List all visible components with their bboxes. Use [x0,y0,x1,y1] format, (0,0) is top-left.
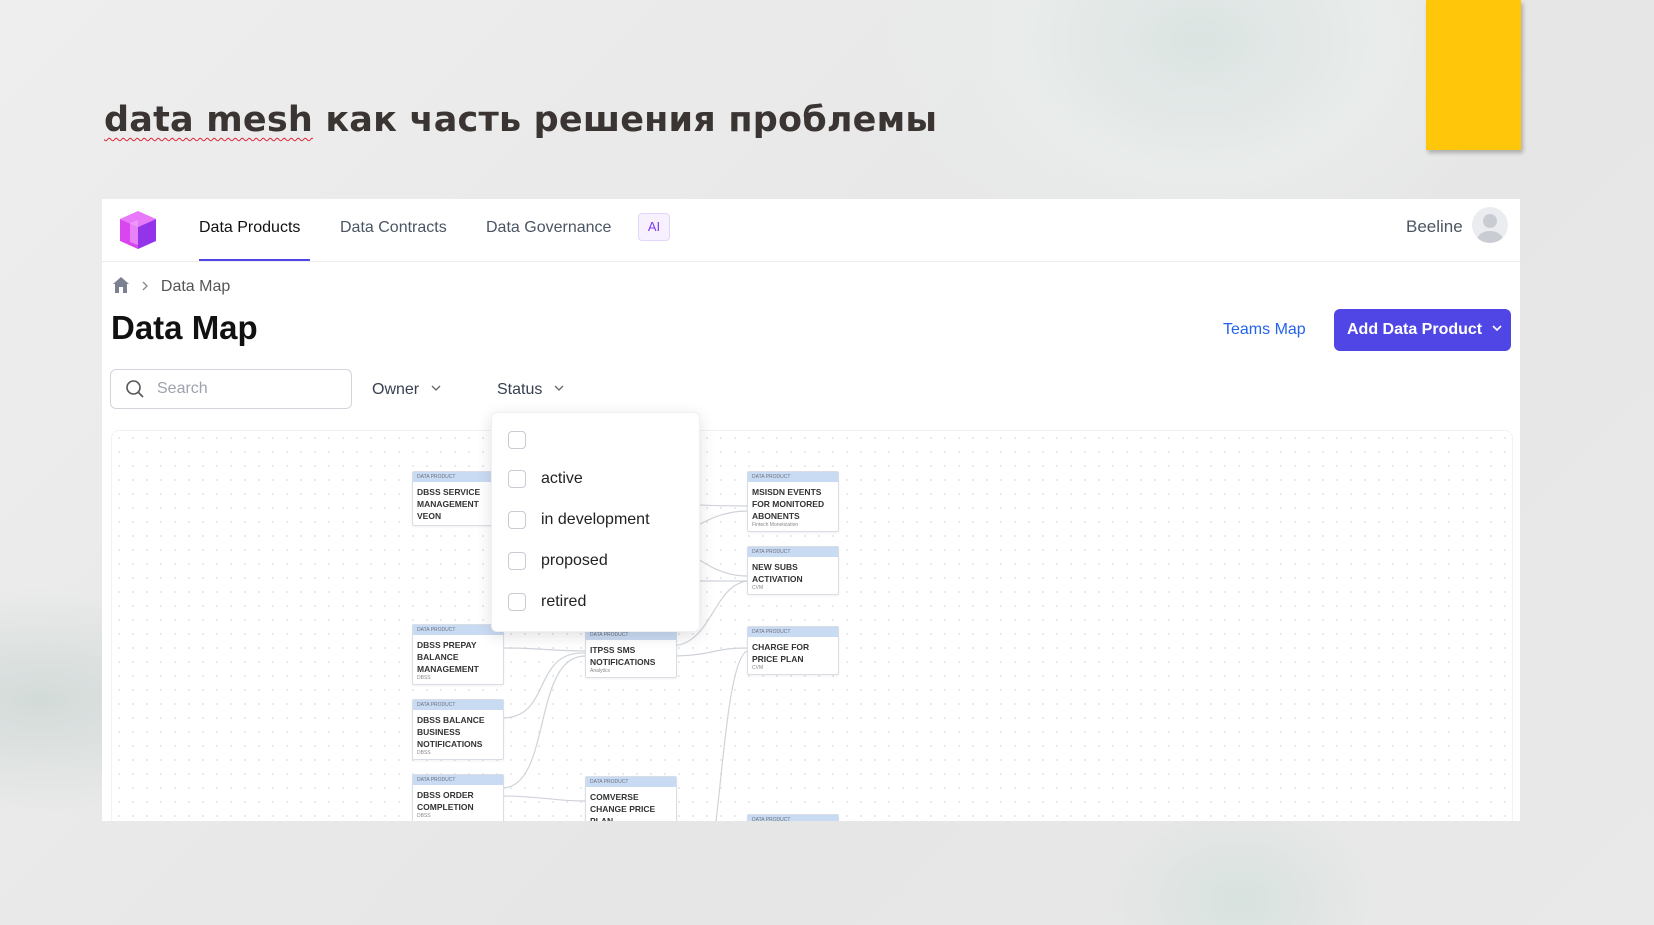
node-owner: CVM [752,585,764,591]
status-option-label: retired [541,593,587,610]
app-window: Data Products Data Contracts Data Govern… [102,199,1520,821]
slide-title: data mesh как часть решения проблемы [104,100,937,140]
node-owner: DBSS [417,750,431,756]
status-dropdown-menu: active in development proposed retired [491,412,700,632]
top-navigation-bar: Data Products Data Contracts Data Govern… [102,199,1520,262]
ai-badge[interactable]: AI [638,213,670,241]
node-title: MSISDN EVENTS FOR MONITORED ABONENTS [752,487,825,521]
node-owner: Analytics [590,668,611,674]
status-option-label: proposed [541,552,608,569]
status-checkbox[interactable] [508,552,526,570]
teams-map-link[interactable]: Teams Map [1223,321,1306,339]
add-data-product-button[interactable]: Add Data Product [1334,309,1511,351]
page-title: Data Map [111,309,258,346]
node-kind: DATA PRODUCT [413,775,503,785]
user-icon [1477,214,1503,243]
map-node[interactable]: DATA PRODUCT MSISDN EVENTS FOR MONITORED… [747,471,839,532]
user-avatar[interactable] [1472,207,1508,243]
status-option-label: in development [541,511,650,528]
node-title: ITPSS SMS NOTIFICATIONS [590,645,656,667]
active-tab-indicator [199,259,310,261]
nav-tab-data-governance[interactable]: Data Governance [486,219,611,237]
node-kind: DATA PRODUCT [748,627,838,637]
data-map-canvas[interactable]: DATA PRODUCT DBSS SERVICE MANAGEMENT VEO… [111,430,1513,821]
search-placeholder: Search [157,380,208,397]
owner-filter[interactable]: Owner [372,381,442,399]
search-input[interactable]: Search [110,369,352,409]
node-kind: DATA PRODUCT [586,777,676,787]
app-logo-icon[interactable] [114,207,160,253]
owner-filter-label: Owner [372,381,420,398]
status-checkbox[interactable] [508,511,526,529]
map-node[interactable]: DATA PRODUCT CHARGE FOR PRICE PLAN CVM [747,626,839,675]
status-option-label: active [541,470,583,487]
node-title: DBSS BALANCE BUSINESS NOTIFICATIONS [417,715,485,749]
breadcrumb: Data Map [112,276,230,296]
node-title: DBSS SERVICE MANAGEMENT VEON [417,487,481,521]
home-icon[interactable] [112,276,130,294]
node-kind: DATA PRODUCT [748,472,838,482]
chevron-down-icon [554,385,564,391]
chevron-down-icon [1492,325,1502,332]
node-title: DBSS ORDER COMPLETION [417,790,474,812]
map-node[interactable]: DATA PRODUCT DBSS ORDER COMPLETION DBSS [412,774,504,821]
node-kind: DATA PRODUCT [748,547,838,557]
map-node[interactable]: DATA PRODUCT ITPSS SMS NOTIFICATIONS Ana… [585,629,677,678]
status-checkbox[interactable] [508,470,526,488]
node-kind: DATA PRODUCT [413,625,503,635]
status-checkbox[interactable] [508,593,526,611]
node-title: NEW SUBS ACTIVATION [752,562,803,584]
status-filter-label: Status [497,381,543,398]
decorative-yellow-block [1426,0,1521,150]
nav-tab-data-contracts[interactable]: Data Contracts [340,219,447,237]
node-kind: DATA PRODUCT [413,472,503,482]
add-data-product-label: Add Data Product [1347,321,1483,338]
node-title: DBSS PREPAY BALANCE MANAGEMENT [417,640,479,674]
node-title: CHARGE FOR PRICE PLAN [752,642,810,664]
nav-tab-data-products[interactable]: Data Products [199,219,300,237]
organization-name[interactable]: Beeline [1406,217,1463,237]
chevron-down-icon [431,385,441,391]
node-owner: CVM [752,665,764,671]
map-node[interactable]: DATA PRODUCT COMVERSE CHANGE PRICE PLAN [585,776,677,821]
node-kind: DATA PRODUCT [413,700,503,710]
node-title: COMVERSE CHANGE PRICE PLAN [590,792,656,821]
map-node[interactable]: DATA PRODUCT [747,814,839,821]
node-owner: Fintech Monetization [752,522,799,528]
node-owner: DBSS [417,675,431,681]
chevron-right-icon [142,281,149,291]
slide-title-rest: как часть решения проблемы [312,100,938,140]
node-owner: DBSS [417,813,431,819]
node-kind: DATA PRODUCT [748,815,838,821]
status-filter[interactable]: Status [497,381,565,399]
map-node[interactable]: DATA PRODUCT DBSS PREPAY BALANCE MANAGEM… [412,624,504,685]
search-icon [126,380,144,398]
breadcrumb-current[interactable]: Data Map [161,278,230,295]
map-node[interactable]: DATA PRODUCT NEW SUBS ACTIVATION CVM [747,546,839,595]
status-checkbox[interactable] [508,431,526,449]
map-node[interactable]: DATA PRODUCT DBSS BALANCE BUSINESS NOTIF… [412,699,504,760]
slide-title-highlight: data mesh [104,100,313,140]
node-owner [413,522,503,525]
